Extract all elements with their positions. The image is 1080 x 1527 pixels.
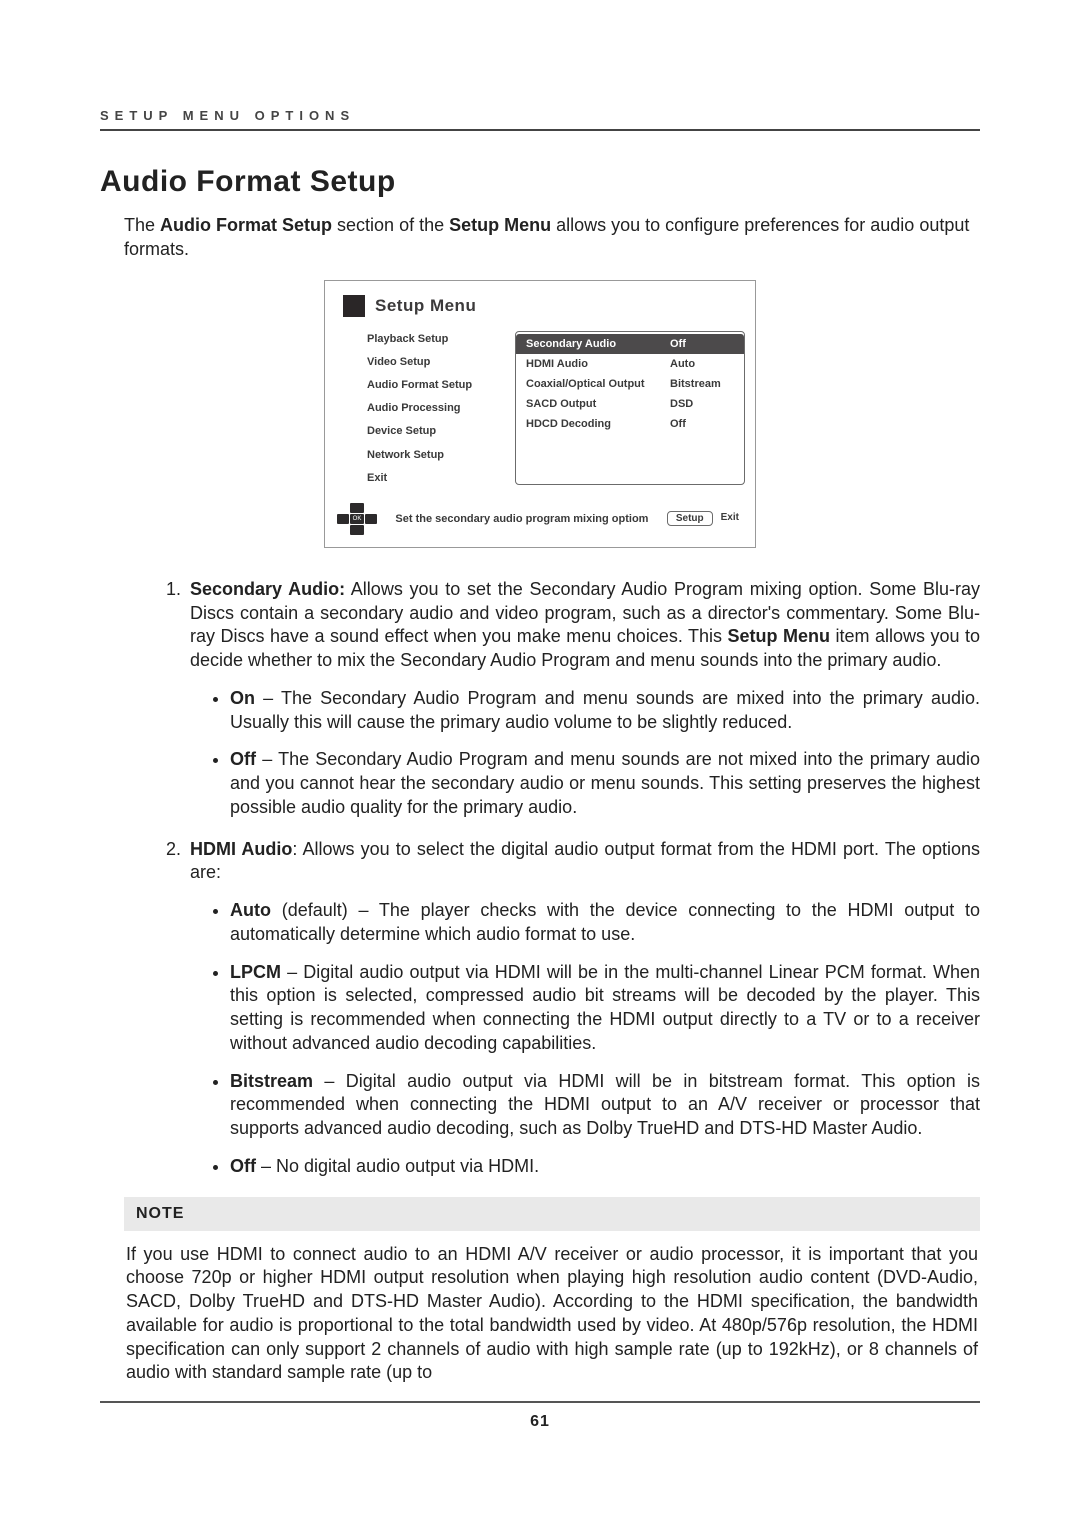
text: – Digital audio output via HDMI will be … [230,1071,980,1139]
option-label: SACD Output [526,398,670,410]
dpad-ok-label: OK [350,514,364,524]
logo-square-icon [343,295,365,317]
text: The [124,215,160,235]
bullet-list: On – The Secondary Audio Program and men… [190,687,980,820]
term: Setup Menu [728,626,831,646]
bullet-list: Auto (default) – The player checks with … [190,899,980,1179]
bullet-item: LPCM – Digital audio output via HDMI wil… [230,961,980,1056]
option-label: Secondary Audio [526,338,670,350]
setup-menu-footer: OK Set the secondary audio program mixin… [325,493,755,547]
option-label: HDCD Decoding [526,418,670,430]
dpad-icon: OK [337,503,377,535]
nav-item[interactable]: Audio Processing [367,402,515,415]
nav-item[interactable]: Network Setup [367,449,515,462]
body-text: Secondary Audio: Allows you to set the S… [134,578,980,1179]
option-row[interactable]: Coaxial/Optical Output Bitstream [516,374,744,394]
setup-button[interactable]: Setup [667,511,713,526]
setup-menu-title: Setup Menu [375,296,476,316]
text: (default) – The player checks with the d… [230,900,980,944]
page-number: 61 [0,1413,1080,1431]
nav-item[interactable]: Playback Setup [367,333,515,346]
text: section of the [332,215,449,235]
nav-item[interactable]: Video Setup [367,356,515,369]
text: – The Secondary Audio Program and menu s… [230,688,980,732]
bullet-item: Auto (default) – The player checks with … [230,899,980,947]
nav-item[interactable]: Exit [367,472,515,485]
note-body: If you use HDMI to connect audio to an H… [124,1231,980,1386]
text: – Digital audio output via HDMI will be … [230,962,980,1053]
term: Off [230,1156,256,1176]
section-title: Audio Format Setup [100,165,980,199]
option-value: Auto [670,358,734,370]
nav-item[interactable]: Device Setup [367,425,515,438]
option-row-selected[interactable]: Secondary Audio Off [516,334,744,354]
page: SETUP MENU OPTIONS Audio Format Setup Th… [0,0,1080,1527]
term: On [230,688,255,708]
term: Off [230,749,256,769]
note-block: NOTE If you use HDMI to connect audio to… [124,1197,980,1386]
setup-menu-nav: Playback Setup Video Setup Audio Format … [367,331,515,485]
setup-menu-buttons: Setup Exit [667,511,743,526]
nav-item[interactable]: Audio Format Setup [367,379,515,392]
setup-menu-hint: Set the secondary audio program mixing o… [395,513,648,525]
running-head: SETUP MENU OPTIONS [100,108,980,131]
term: Auto [230,900,271,920]
setup-menu-options-panel: Secondary Audio Off HDMI Audio Auto Coax… [515,331,745,485]
intro-paragraph: The Audio Format Setup section of the Se… [124,213,980,262]
option-row[interactable]: HDCD Decoding Off [516,414,744,434]
option-value: DSD [670,398,734,410]
term: LPCM [230,962,281,982]
bullet-item: Off – No digital audio output via HDMI. [230,1155,980,1179]
setup-menu-screenshot: Setup Menu Playback Setup Video Setup Au… [324,280,756,548]
option-row[interactable]: SACD Output DSD [516,394,744,414]
text-bold: Setup Menu [449,215,551,235]
option-value: Bitstream [670,378,734,390]
term: Secondary Audio: [190,579,345,599]
note-heading: NOTE [124,1197,980,1231]
bullet-item: Off – The Secondary Audio Program and me… [230,748,980,819]
option-value: Off [670,338,734,350]
option-label: Coaxial/Optical Output [526,378,670,390]
option-row[interactable]: HDMI Audio Auto [516,354,744,374]
setup-menu-titlebar: Setup Menu [325,281,755,327]
footer-rule [100,1401,980,1403]
term: Bitstream [230,1071,313,1091]
exit-label: Exit [717,511,743,526]
setup-menu-body: Playback Setup Video Setup Audio Format … [325,327,755,493]
list-item: HDMI Audio: Allows you to select the dig… [186,838,980,1179]
bullet-item: On – The Secondary Audio Program and men… [230,687,980,735]
option-value: Off [670,418,734,430]
option-label: HDMI Audio [526,358,670,370]
text: : Allows you to select the digital audio… [190,839,980,883]
bullet-item: Bitstream – Digital audio output via HDM… [230,1070,980,1141]
text-bold: Audio Format Setup [160,215,332,235]
numbered-list: Secondary Audio: Allows you to set the S… [134,578,980,1179]
term: HDMI Audio [190,839,292,859]
text: – No digital audio output via HDMI. [256,1156,539,1176]
list-item: Secondary Audio: Allows you to set the S… [186,578,980,820]
text: – The Secondary Audio Program and menu s… [230,749,980,817]
